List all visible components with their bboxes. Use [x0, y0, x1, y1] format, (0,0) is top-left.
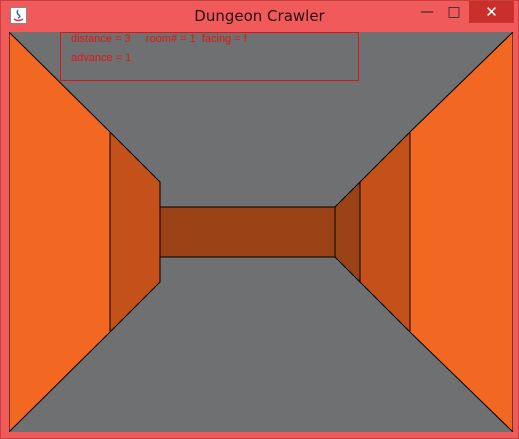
- close-button[interactable]: ✕: [469, 1, 514, 23]
- right-far-wall: [334, 180, 361, 284]
- title-bar[interactable]: Dungeon Crawler — □ ✕: [1, 1, 518, 31]
- right-near-wall: [409, 32, 513, 432]
- hud-panel: distance = 3 room# = 1 facing = f advanc…: [60, 32, 359, 81]
- dungeon-view[interactable]: distance = 3 room# = 1 facing = f advanc…: [9, 32, 513, 432]
- minimize-button[interactable]: —: [412, 1, 442, 23]
- left-near-wall: [9, 32, 111, 432]
- maximize-icon: □: [447, 4, 461, 20]
- far-wall: [159, 206, 336, 258]
- hud-status-line: distance = 3 room# = 1 facing = f: [71, 33, 247, 45]
- hud-advance-line: advance = 1: [71, 52, 132, 64]
- close-icon: ✕: [485, 3, 498, 21]
- left-mid-wall: [109, 130, 161, 334]
- app-window: Dungeon Crawler — □ ✕ distance = 3 room#…: [0, 0, 519, 439]
- maximize-button[interactable]: □: [439, 1, 469, 23]
- right-mid-wall: [359, 130, 411, 334]
- minimize-icon: —: [420, 4, 434, 20]
